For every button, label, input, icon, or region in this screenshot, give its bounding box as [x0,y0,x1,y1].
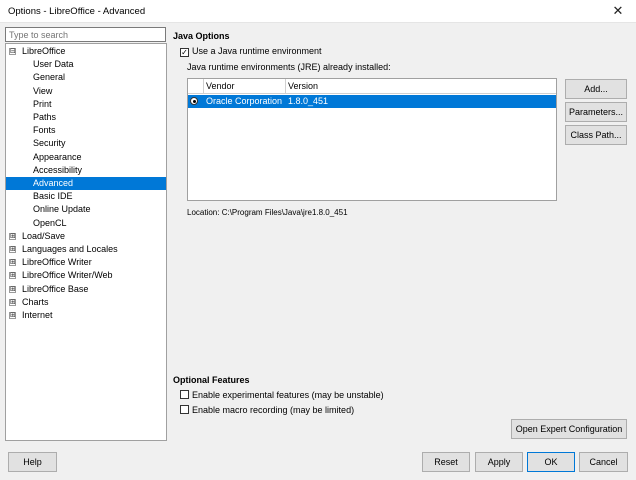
tree-item[interactable]: OpenCL [6,217,166,230]
macro-recording-label: Enable macro recording (may be limited) [192,405,355,415]
window-title: Options - LibreOffice - Advanced [8,6,146,17]
expand-icon[interactable]: ⊞ [9,232,16,240]
tree-item[interactable]: Advanced [6,177,166,190]
jre-table-header: Vendor Version [188,79,556,94]
tree-item[interactable]: ⊞ LibreOffice Writer [6,256,166,269]
apply-button[interactable]: Apply [475,452,523,472]
tree-item[interactable]: ⊞ Languages and Locales [6,243,166,256]
tree-item-label: General [33,72,66,83]
tree-item[interactable]: User Data [6,58,166,71]
parameters-button[interactable]: Parameters... [565,102,627,122]
collapse-icon[interactable]: ⊟ [9,48,16,55]
jre-vendor-cell: Oracle Corporation [206,96,283,106]
search-input[interactable] [5,27,166,42]
expand-icon[interactable]: ⊞ [9,298,16,306]
ok-button[interactable]: OK [527,452,575,472]
tree-item-label: LibreOffice [22,46,66,56]
jre-installed-label: Java runtime environments (JRE) already … [187,62,391,72]
tree-item[interactable]: ⊞ Load/Save [6,230,166,243]
tree-item[interactable]: Fonts [6,124,166,137]
tree-item[interactable]: ⊞ Internet [6,309,166,322]
java-options-heading: Java Options [173,31,230,41]
open-expert-configuration-button[interactable]: Open Expert Configuration [511,419,627,439]
tree-item-label: Charts [22,296,49,307]
tree-item-label: Languages and Locales [22,244,118,254]
reset-button[interactable]: Reset [422,452,470,472]
tree-item-label: View [33,85,53,96]
expand-icon[interactable]: ⊞ [9,246,16,253]
optional-features-heading: Optional Features [173,375,250,385]
tree-item-label: LibreOffice Writer/Web [22,270,113,281]
tree-item-label: Appearance [33,151,82,162]
use-jre-checkbox-row[interactable]: ✓ Use a Java runtime environment [180,45,322,57]
tree-item-label: Load/Save [22,230,66,241]
jre-location-text: Location: C:\Program Files\Java\jre1.8.0… [187,208,348,217]
tree-item-label: OpenCL [33,217,67,228]
tree-item[interactable]: Security [6,137,166,150]
options-tree[interactable]: ⊟ LibreOffice User Data General View Print Pat… [5,43,167,441]
title-bar: Options - LibreOffice - Advanced ✕ [0,0,636,23]
tree-item[interactable]: View [6,85,166,98]
experimental-checkbox-row[interactable]: Enable experimental features (may be uns… [180,389,384,401]
expand-icon[interactable]: ⊞ [9,259,16,267]
tree-item[interactable]: Paths [6,111,166,124]
expand-icon[interactable]: ⊞ [9,285,16,293]
tree-item[interactable]: ⊞ LibreOffice Base [6,283,166,296]
tree-item-label: Online Update [33,204,91,215]
tree-item[interactable]: Appearance [6,151,166,164]
expand-icon[interactable]: ⊞ [9,272,16,280]
tree-item-label: User Data [33,59,74,70]
table-row[interactable]: Oracle Corporation 1.8.0_451 [188,95,556,108]
jre-version-cell: 1.8.0_451 [288,96,329,106]
tree-item[interactable]: ⊟ LibreOffice [6,45,166,58]
tree-item[interactable]: Accessibility [6,164,166,177]
tree-item-label: Accessibility [33,164,83,175]
jre-table[interactable]: Vendor Version Oracle Corporation 1.8.0_… [187,78,557,201]
tree-item-label: LibreOffice Base [22,283,89,294]
experimental-features-checkbox[interactable] [180,390,189,399]
macro-checkbox-row[interactable]: Enable macro recording (may be limited) [180,404,354,416]
tree-item[interactable]: Basic IDE [6,190,166,203]
column-header-vendor[interactable]: Vendor [203,79,285,93]
tree-item-label: Print [33,98,52,109]
tree-item-label: Internet [22,310,53,320]
class-path-button[interactable]: Class Path... [565,125,627,145]
use-jre-checkbox[interactable]: ✓ [180,48,189,57]
cancel-button[interactable]: Cancel [579,452,628,472]
help-button[interactable]: Help [8,452,57,472]
column-header-version[interactable]: Version [285,79,556,93]
tree-item-label: LibreOffice Writer [22,257,92,268]
tree-item[interactable]: ⊞ Charts [6,296,166,309]
use-jre-label: Use a Java runtime environment [192,46,322,56]
jre-radio-selected[interactable] [190,97,198,105]
tree-item[interactable]: Print [6,98,166,111]
expand-icon[interactable]: ⊞ [9,312,16,319]
macro-recording-checkbox[interactable] [180,405,189,414]
experimental-features-label: Enable experimental features (may be uns… [192,390,384,400]
tree-item-label: Fonts [33,125,56,136]
tree-item[interactable]: ⊞ LibreOffice Writer/Web [6,269,166,282]
tree-item-label: Security [33,138,66,149]
close-icon[interactable]: ✕ [600,0,636,22]
tree-item-label: Advanced [33,178,74,188]
tree-item[interactable]: Online Update [6,203,166,216]
tree-item[interactable]: General [6,71,166,84]
add-jre-button[interactable]: Add... [565,79,627,99]
tree-item-label: Basic IDE [33,191,73,202]
tree-item-label: Paths [33,112,57,122]
